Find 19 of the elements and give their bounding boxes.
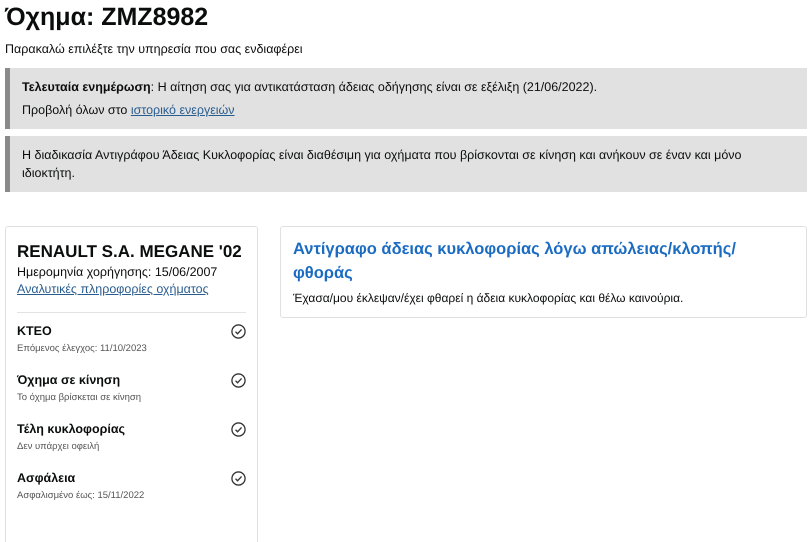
check-detail: Δεν υπάρχει οφειλή [17, 441, 100, 452]
check-title: Τέλη κυκλοφορίας [17, 421, 126, 437]
check-detail: Επόμενος έλεγχος: 11/10/2023 [17, 343, 147, 354]
service-link[interactable]: Αντίγραφο άδειας κυκλοφορίας λόγω απώλειας/κλοπής/ φθοράς [293, 237, 763, 285]
page-title: Όχημα: ZMZ8982 [5, 2, 210, 32]
check-title: ΚΤΕΟ [17, 323, 53, 339]
check-title: Ασφάλεια [17, 470, 76, 486]
check-detail: Ασφαλισμένο έως: 15/11/2022 [17, 490, 144, 501]
notice-text: Η διαδικασία Αντιγράφου Άδειας Κυκλοφορίας είναι διαθέσιμη για οχήματα που βρίσκονται σε κίνηση και ανήκουν σε έναν και μόνο ιδιοκτήτη. [22, 147, 743, 182]
notice-text: Τελευταία ενημέρωση: Η αίτηση σας για αντικατάσταση άδειας οδήγησης είναι σε εξέλιξη (21/06/2022). [22, 79, 598, 96]
service-description: Έχασα/μου έκλεψαν/έχει φθαρεί η άδεια κυκλοφορίας και θέλω καινούρια. [293, 291, 684, 305]
history-link[interactable]: ιστορικό ενεργειών [130, 103, 235, 117]
check-title: Όχημα σε κίνηση [17, 372, 122, 388]
check-detail: Το όχημα βρίσκεται σε κίνηση [17, 392, 142, 403]
page-subtitle: Παρακαλώ επιλέξτε την υπηρεσία που σας ενδιαφέρει [5, 42, 304, 56]
notice-text: Προβολή όλων στο ιστορικό ενεργειών [22, 102, 236, 119]
vehicle-details-link[interactable]: Αναλυτικές πληροφορίες οχήματος [17, 282, 209, 296]
vehicle-name: RENAULT S.A. MEGANE '02 [17, 241, 243, 263]
issue-date: Ημερομηνία χορήγησης: 15/06/2007 [17, 265, 218, 279]
